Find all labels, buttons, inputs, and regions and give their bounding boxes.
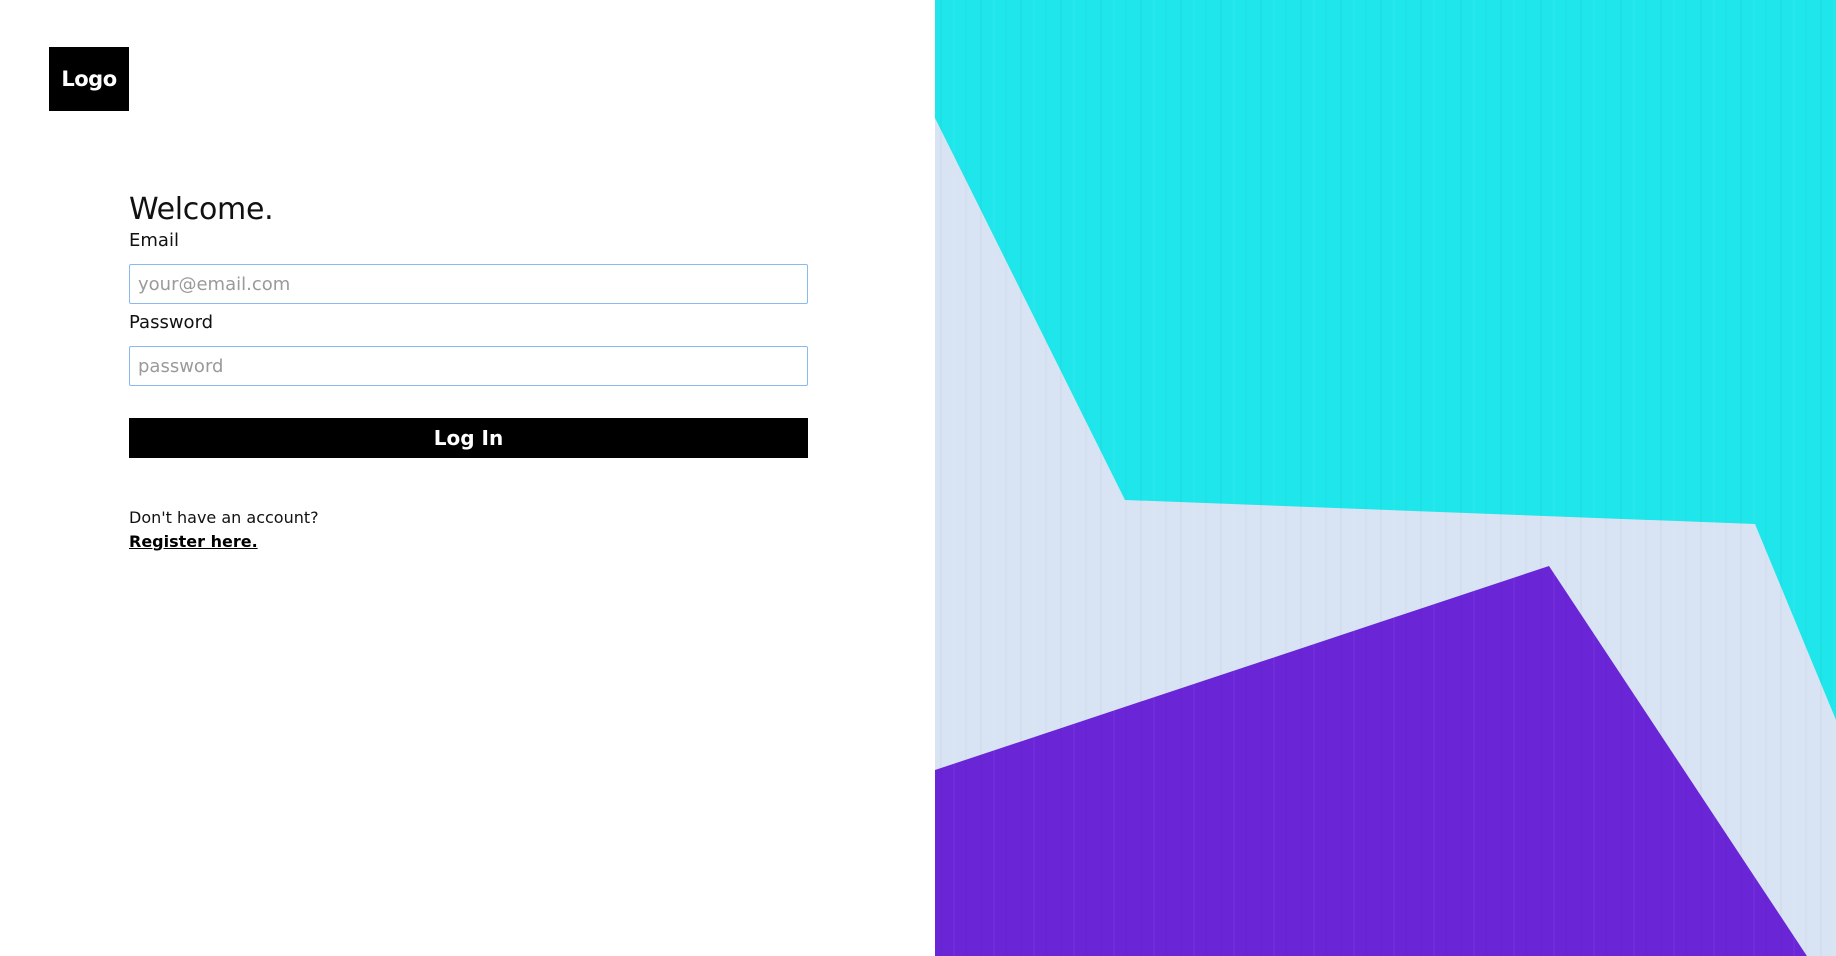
email-field[interactable] [129, 264, 808, 304]
decorative-artwork [935, 0, 1836, 956]
password-label: Password [129, 312, 214, 333]
login-button[interactable]: Log In [129, 418, 808, 458]
no-account-text: Don't have an account? [129, 508, 319, 527]
register-link[interactable]: Register here. [129, 532, 258, 552]
login-page: Logo Welcome. Email Password Log In Don'… [0, 0, 1836, 956]
art-grain [935, 0, 1836, 956]
password-field[interactable] [129, 346, 808, 386]
login-pane: Logo Welcome. Email Password Log In Don'… [0, 0, 935, 956]
logo[interactable]: Logo [49, 47, 129, 111]
login-form: Welcome. Email Password Log In Don't hav… [129, 190, 808, 552]
welcome-heading: Welcome. [129, 192, 274, 227]
artwork-image [935, 0, 1836, 956]
email-label: Email [129, 230, 179, 251]
